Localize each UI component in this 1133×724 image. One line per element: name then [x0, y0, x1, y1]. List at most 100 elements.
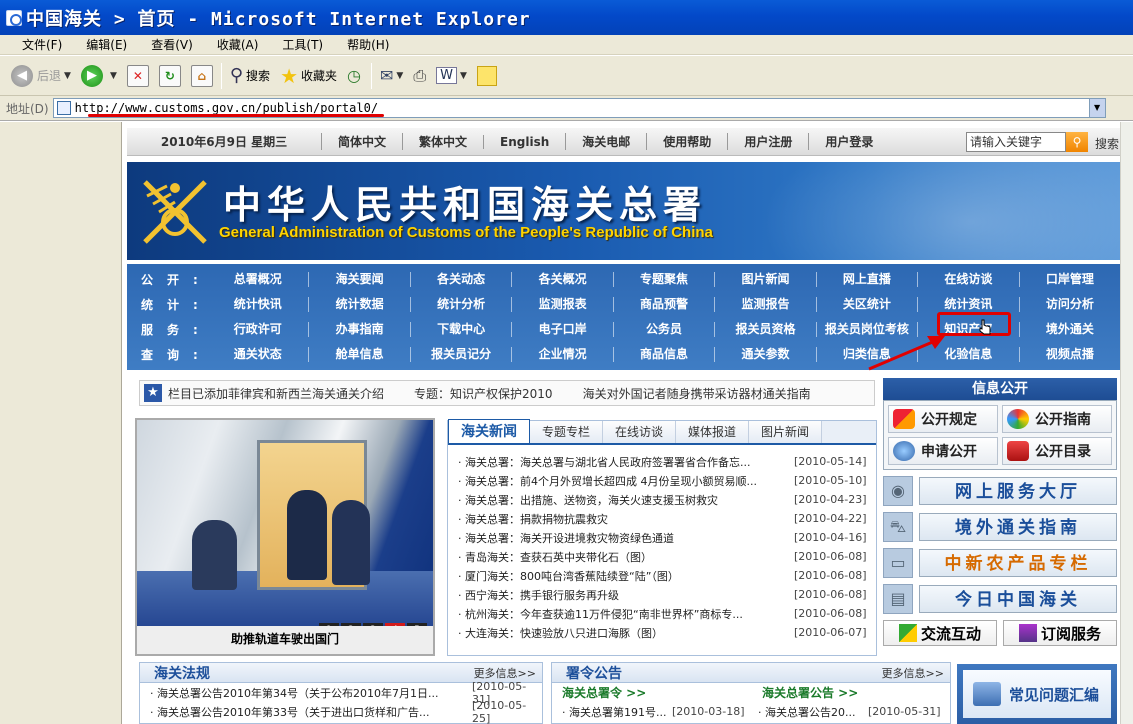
subscribe-button[interactable]: 订阅服务	[1003, 620, 1117, 646]
nav-item[interactable]: 办事指南	[308, 322, 409, 337]
forward-dropdown-icon[interactable]: ▼	[110, 71, 117, 81]
nav-item[interactable]: 公务员	[612, 322, 714, 337]
news-item[interactable]: · 大连海关：快速验放八只进口海豚（图） [2010-06-07]	[458, 623, 876, 642]
laws-more-link[interactable]: 更多信息>>	[474, 665, 536, 681]
nav-item[interactable]: 视频点播	[1018, 347, 1120, 362]
nav-item[interactable]: 统计数据	[308, 297, 409, 312]
site-search-label[interactable]: 搜索	[1095, 135, 1119, 152]
china-customs-today-link[interactable]: ▤ 今日中国海关	[883, 584, 1117, 614]
faq-panel[interactable]: 常见问题汇编	[957, 664, 1117, 724]
nav-item[interactable]: 通关状态	[207, 347, 308, 362]
menu-tools[interactable]: 工具(T)	[270, 36, 335, 53]
home-button[interactable]: ⌂	[186, 60, 218, 92]
nav-item[interactable]: 电子口岸	[511, 322, 612, 337]
announcement-link[interactable]: 专题：知识产权保护2010	[414, 385, 553, 402]
refresh-button[interactable]: ↻	[154, 60, 186, 92]
law-item[interactable]: · 海关总署公告2010年第33号（关于进出口货样和广告... [2010-05-…	[140, 699, 542, 724]
forward-button[interactable]: ▶ ▼	[76, 60, 122, 92]
orders-sub-link[interactable]: 海关总署令 >>	[562, 684, 762, 701]
edit-dropdown-icon[interactable]: ▼	[460, 71, 467, 81]
nav-item[interactable]: 专题聚焦	[612, 272, 714, 287]
tab-interviews[interactable]: 在线访谈	[603, 421, 677, 443]
news-item[interactable]: · 青岛海关：查获石英中夹带化石（图） [2010-06-08]	[458, 547, 876, 566]
nav-item[interactable]: 企业情况	[511, 347, 612, 362]
link-register[interactable]: 用户注册	[727, 133, 808, 150]
nav-item[interactable]: 境外通关	[1018, 322, 1120, 337]
public-guide-button[interactable]: 公开指南	[1002, 405, 1112, 433]
history-button[interactable]: ◷	[342, 60, 368, 92]
nav-item[interactable]: 监测报表	[511, 297, 612, 312]
interaction-button[interactable]: 交流互动	[883, 620, 997, 646]
nav-item[interactable]: 各关动态	[409, 272, 511, 287]
link-english[interactable]: English	[483, 134, 565, 149]
menu-help[interactable]: 帮助(H)	[335, 36, 401, 53]
nav-item[interactable]: 海关要闻	[308, 272, 409, 287]
nav-item[interactable]: 统计资讯	[917, 297, 1018, 312]
nav-item[interactable]: 报关员资格	[714, 322, 815, 337]
menu-view[interactable]: 查看(V)	[139, 36, 205, 53]
site-search-icon[interactable]: ⚲	[1066, 132, 1088, 152]
window-titlebar[interactable]: 中国海关 > 首页 - Microsoft Internet Explorer	[0, 0, 1133, 35]
nav-item[interactable]: 访问分析	[1018, 297, 1120, 312]
notes-button[interactable]	[472, 60, 502, 92]
news-item[interactable]: · 海关总署：前4个月外贸增长超四成 4月份呈现小额贸易顺... [2010-05…	[458, 471, 876, 490]
nav-item[interactable]: 在线访谈	[917, 272, 1018, 287]
news-item[interactable]: · 海关总署：捐款捐物抗震救灾 [2010-04-22]	[458, 509, 876, 528]
nav-item[interactable]: 通关参数	[714, 347, 815, 362]
apply-public-button[interactable]: 申请公开	[888, 437, 998, 465]
news-item[interactable]: · 杭州海关：今年查获逾11万件侵犯“南非世界杯”商标专... [2010-06-…	[458, 604, 876, 623]
online-service-hall-link[interactable]: ◉ 网上服务大厅	[883, 476, 1117, 506]
announcement-link[interactable]: 栏目已添加菲律宾和新西兰海关通关介绍	[168, 385, 384, 402]
nav-item[interactable]: 商品信息	[612, 347, 714, 362]
nav-item[interactable]: 下载中心	[409, 322, 511, 337]
menu-file[interactable]: 文件(F)	[10, 36, 74, 53]
link-simplified-chinese[interactable]: 简体中文	[321, 133, 402, 150]
order-item[interactable]: · 海关总署第191号...	[562, 704, 672, 720]
public-rules-button[interactable]: 公开规定	[888, 405, 998, 433]
nav-item[interactable]: 关区统计	[815, 297, 917, 312]
link-customs-email[interactable]: 海关电邮	[565, 133, 646, 150]
nav-item[interactable]: 监测报告	[714, 297, 815, 312]
nav-item[interactable]: 总署概况	[207, 272, 308, 287]
public-catalog-button[interactable]: 公开目录	[1002, 437, 1112, 465]
edit-button[interactable]: W ▼	[431, 60, 472, 92]
menu-edit[interactable]: 编辑(E)	[74, 36, 139, 53]
overseas-clearance-link[interactable]: ⛍ 境外通关指南	[883, 512, 1117, 542]
nav-item[interactable]: 各关概况	[511, 272, 612, 287]
mail-button[interactable]: ✉ ▼	[375, 60, 408, 92]
vertical-scrollbar[interactable]	[1120, 122, 1133, 724]
nav-item[interactable]: 商品预警	[612, 297, 714, 312]
address-dropdown-icon[interactable]: ▼	[1088, 99, 1105, 117]
nav-item[interactable]: 统计快讯	[207, 297, 308, 312]
news-item[interactable]: · 海关总署：海关开设进境救灾物资绿色通道 [2010-04-16]	[458, 528, 876, 547]
search-button[interactable]: ⚲ 搜索	[225, 60, 275, 92]
tab-special-topics[interactable]: 专题专栏	[530, 421, 604, 443]
cn-nz-agri-link[interactable]: ▭ 中新农产品专栏	[883, 548, 1117, 578]
link-traditional-chinese[interactable]: 繁体中文	[402, 133, 483, 150]
nav-item[interactable]: 图片新闻	[714, 272, 815, 287]
tab-customs-news[interactable]: 海关新闻	[448, 419, 530, 443]
link-help[interactable]: 使用帮助	[646, 133, 727, 150]
site-search-input[interactable]: 请输入关键字	[966, 132, 1066, 152]
news-item[interactable]: · 海关总署：海关总署与湖北省人民政府签署署省合作备忘... [2010-05-1…	[458, 452, 876, 471]
photo-caption[interactable]: 助推轨道车驶出国门	[135, 626, 435, 656]
news-photo[interactable]: 1 2 3 4 5	[135, 418, 435, 643]
stop-button[interactable]: ✕	[122, 60, 154, 92]
notices-sub-link[interactable]: 海关总署公告 >>	[762, 684, 858, 701]
tab-photo-news[interactable]: 图片新闻	[749, 421, 823, 443]
news-item[interactable]: · 厦门海关：800吨台湾香蕉陆续登“陆”（图） [2010-06-08]	[458, 566, 876, 585]
nav-item[interactable]: 行政许可	[207, 322, 308, 337]
back-button[interactable]: ◀ 后退 ▼	[6, 60, 76, 92]
menu-favorites[interactable]: 收藏(A)	[205, 36, 271, 53]
nav-item[interactable]: 舱单信息	[308, 347, 409, 362]
news-item[interactable]: · 海关总署：出措施、送物资，海关火速支援玉树救灾 [2010-04-23]	[458, 490, 876, 509]
orders-more-link[interactable]: 更多信息>>	[882, 665, 944, 681]
news-item[interactable]: · 西宁海关：携手银行服务再升级 [2010-06-08]	[458, 585, 876, 604]
nav-item[interactable]: 报关员记分	[409, 347, 511, 362]
notice-item[interactable]: · 海关总署公告20...	[758, 704, 868, 720]
print-button[interactable]: ⎙	[408, 60, 431, 92]
announcement-link[interactable]: 海关对外国记者随身携带采访器材通关指南	[583, 385, 811, 402]
nav-item[interactable]: 网上直播	[815, 272, 917, 287]
nav-item[interactable]: 统计分析	[409, 297, 511, 312]
back-dropdown-icon[interactable]: ▼	[64, 71, 71, 81]
